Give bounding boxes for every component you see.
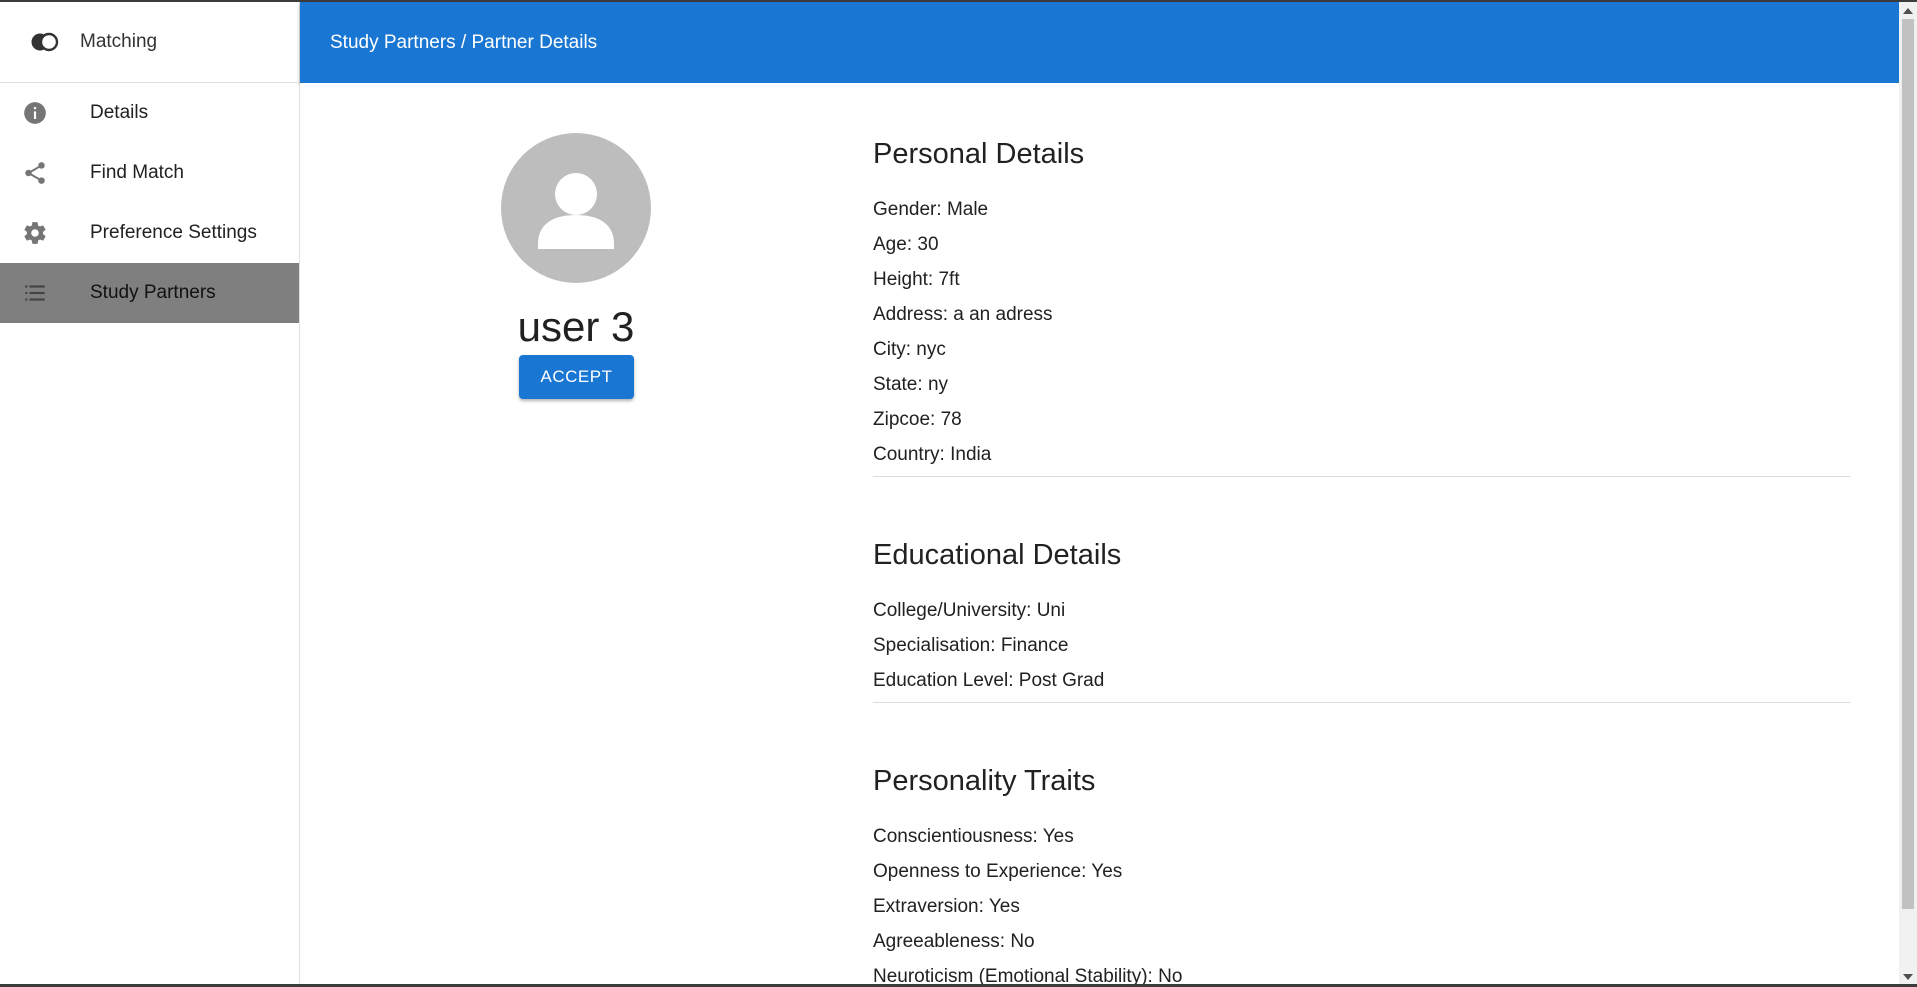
accept-button[interactable]: ACCEPT	[519, 355, 634, 399]
detail-row-state: Stateny	[873, 367, 1850, 402]
section-divider	[873, 702, 1850, 703]
detail-row-address: Addressa an adress	[873, 297, 1850, 332]
avatar	[501, 133, 651, 283]
personal-details-section: Personal Details GenderMale Age30 Height…	[873, 137, 1850, 477]
sidebar-item-study-partners[interactable]: Study Partners	[0, 263, 299, 323]
sidebar-item-find-match[interactable]: Find Match	[0, 143, 299, 203]
detail-row-education-level: Education LevelPost Grad	[873, 663, 1850, 698]
detail-row-zipcode: Zipcoe78	[873, 402, 1850, 437]
sidebar-item-preference-settings[interactable]: Preference Settings	[0, 203, 299, 263]
detail-row-college: College/UniversityUni	[873, 593, 1850, 628]
detail-row-age: Age30	[873, 227, 1850, 262]
overlapping-circles-logo-icon	[30, 32, 60, 52]
brand-label: Matching	[80, 31, 158, 52]
section-title: Personality Traits	[873, 765, 1096, 797]
section-title: Educational Details	[873, 539, 1122, 571]
share-icon	[22, 160, 48, 186]
sidebar-item-label: Details	[90, 102, 149, 123]
detail-row-agreeableness: AgreeablenessNo	[873, 924, 1850, 959]
sidebar-item-label: Find Match	[90, 162, 184, 183]
detail-row-neuroticism: Neuroticism (Emotional Stability)No	[873, 959, 1850, 984]
sidebar-item-details[interactable]: Details	[0, 83, 299, 143]
sidebar-item-label: Preference Settings	[90, 222, 257, 243]
detail-row-country: CountryIndia	[873, 437, 1850, 472]
section-divider	[873, 476, 1850, 477]
detail-row-openness: Openness to ExperienceYes	[873, 854, 1850, 889]
app-bar: Study Partners / Partner Details	[300, 2, 1899, 83]
breadcrumb: Study Partners / Partner Details	[330, 31, 598, 53]
sidebar-brand[interactable]: Matching	[0, 2, 299, 83]
detail-row-gender: GenderMale	[873, 192, 1850, 227]
app-frame: Matching Details Find Match Preference S…	[0, 2, 1917, 984]
educational-details-section: Educational Details College/UniversityUn…	[873, 538, 1850, 703]
partner-name: user 3	[517, 303, 635, 350]
detail-row-city: Citynyc	[873, 332, 1850, 367]
scroll-down-arrow-icon[interactable]	[1899, 970, 1917, 984]
section-title: Personal Details	[873, 138, 1085, 170]
detail-row-height: Height7ft	[873, 262, 1850, 297]
scroll-up-arrow-icon[interactable]	[1899, 4, 1917, 18]
detail-row-specialisation: SpecialisationFinance	[873, 628, 1850, 663]
partner-details-content: user 3 ACCEPT Personal Details GenderMal…	[300, 83, 1899, 984]
detail-row-extraversion: ExtraversionYes	[873, 889, 1850, 924]
detail-row-conscientiousness: ConscientiousnessYes	[873, 819, 1850, 854]
personality-traits-section: Personality Traits ConscientiousnessYes …	[873, 764, 1850, 984]
list-icon	[22, 280, 48, 306]
scrollbar-thumb[interactable]	[1902, 19, 1914, 909]
sidebar-item-label: Study Partners	[90, 282, 216, 303]
gear-icon	[22, 220, 48, 246]
person-icon	[538, 173, 614, 249]
vertical-scrollbar[interactable]	[1899, 2, 1917, 984]
sidebar: Matching Details Find Match Preference S…	[0, 2, 300, 984]
info-icon	[22, 100, 48, 126]
